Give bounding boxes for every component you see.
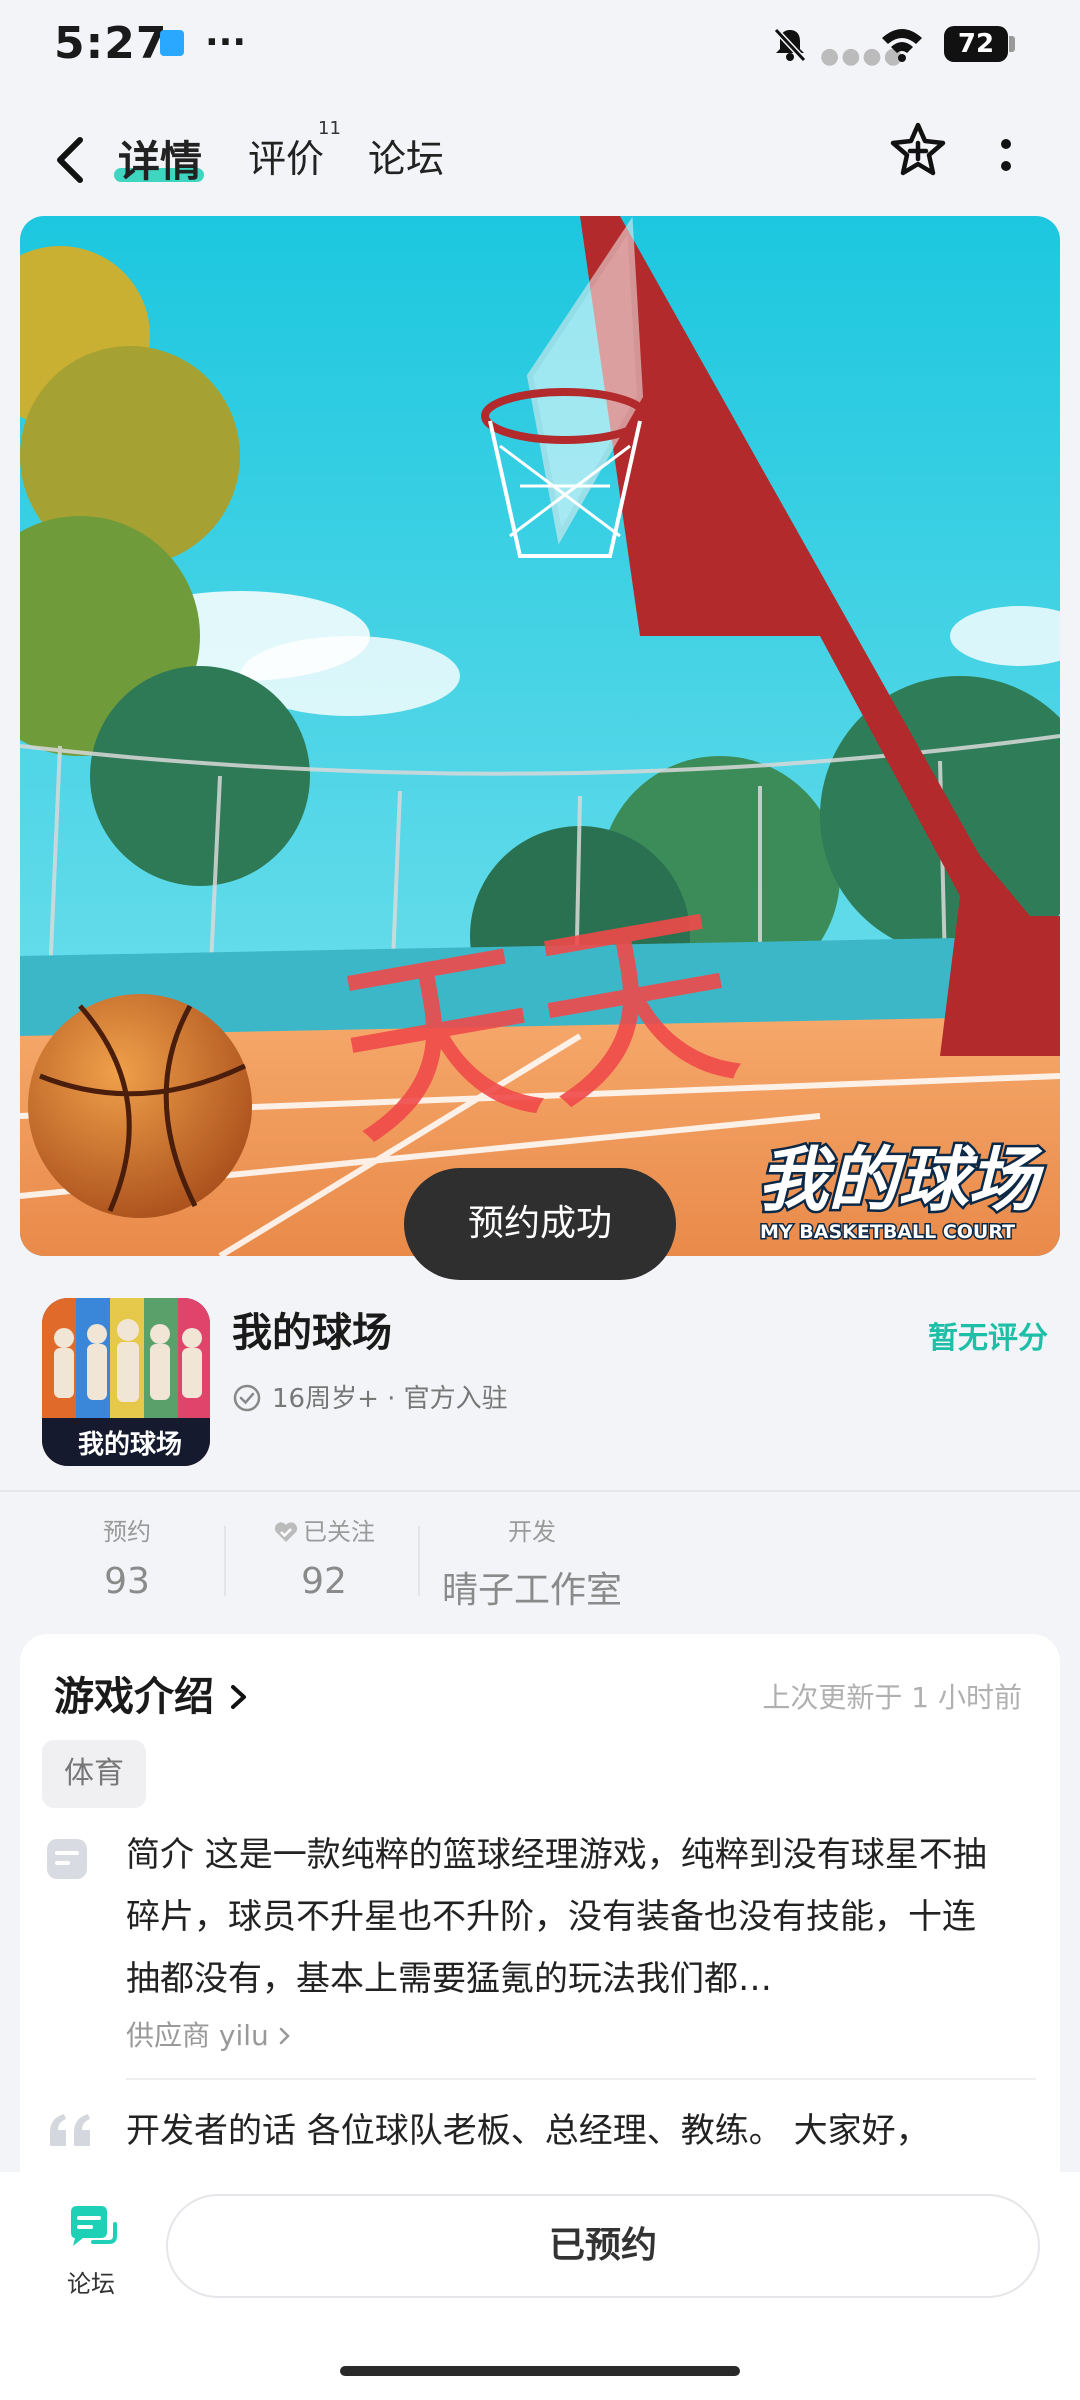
- top-navigation: 详情 评价 11 论坛: [0, 110, 1080, 210]
- quote-icon: [50, 2114, 90, 2146]
- status-bar: 5:27 ··· ●●●● 72: [0, 0, 1080, 90]
- toast-message: 预约成功: [404, 1168, 676, 1280]
- banner-logo-sub: MY BASKETBALL COURT: [760, 1221, 1015, 1243]
- stat-value: 93: [104, 1561, 150, 1602]
- stat-divider: [418, 1526, 420, 1596]
- reserved-button[interactable]: 已预约: [166, 2194, 1040, 2298]
- stat-reservations: 预约 93: [72, 1512, 182, 1602]
- tab-forum[interactable]: 论坛: [368, 128, 444, 183]
- forum-label: 论坛: [67, 2270, 115, 2298]
- mute-bell-icon: [773, 27, 807, 63]
- wifi-icon: [882, 29, 922, 62]
- supplier-text: 供应商 yilu: [126, 2019, 269, 2052]
- section-divider: [0, 1490, 1080, 1492]
- stat-divider: [224, 1526, 226, 1596]
- bottom-action-bar: 论坛 已预约: [0, 2172, 1080, 2400]
- favorite-star-icon[interactable]: [888, 120, 948, 180]
- card-divider: [126, 2078, 1036, 2080]
- tab-details[interactable]: 详情: [118, 128, 202, 189]
- stat-value: 92: [301, 1561, 347, 1602]
- back-arrow-icon[interactable]: [50, 132, 90, 188]
- chevron-right-icon: [279, 2027, 290, 2045]
- forum-chat-icon: [71, 2206, 117, 2246]
- status-time: 5:27: [54, 18, 168, 69]
- document-icon: [47, 1839, 87, 1879]
- game-icon-caption: 我的球场: [78, 1429, 182, 1460]
- stat-developer[interactable]: 开发 晴子工作室: [440, 1512, 624, 1613]
- stat-value: 晴子工作室: [441, 1570, 622, 1611]
- game-meta: 16周岁+ · 官方入驻: [232, 1378, 508, 1415]
- intro-title[interactable]: 游戏介绍: [54, 1664, 250, 1722]
- forum-button[interactable]: 论坛: [46, 2202, 136, 2299]
- more-menu-icon[interactable]: [996, 134, 1016, 180]
- tab-reviews[interactable]: 评价: [248, 128, 324, 183]
- game-banner-image[interactable]: 天天 我的球场 MY BASKETBALL COURT: [20, 216, 1060, 1256]
- heart-icon: [274, 1522, 298, 1542]
- verified-check-icon: [233, 1384, 261, 1412]
- game-title: 我的球场: [232, 1310, 392, 1356]
- last-updated: 上次更新于 1 小时前: [762, 1681, 1022, 1714]
- banner-logo-main: 我的球场: [758, 1139, 1045, 1221]
- chevron-right-icon: [230, 1685, 246, 1709]
- rating-status: 暂无评分: [928, 1321, 1048, 1356]
- reviews-count-badge: 11: [318, 118, 341, 139]
- stat-label: 预约: [103, 1518, 151, 1546]
- supplier-link[interactable]: 供应商 yilu: [126, 2014, 292, 2054]
- developer-words[interactable]: 开发者的话 各位球队老板、总经理、教练。 大家好，: [126, 2100, 1026, 2162]
- game-app-icon[interactable]: 我的球场: [42, 1298, 210, 1466]
- intro-description[interactable]: 简介 这是一款纯粹的篮球经理游戏，纯粹到没有球星不抽碎片，球员不升星也不升阶，没…: [126, 1824, 1006, 2010]
- more-notifications-icon: ···: [205, 22, 247, 63]
- stat-label: 已关注: [303, 1518, 375, 1546]
- app-store-icon: [160, 30, 184, 56]
- stat-following[interactable]: 已关注 92: [254, 1512, 394, 1602]
- home-indicator[interactable]: [340, 2366, 740, 2376]
- battery-icon: 72: [944, 26, 1008, 62]
- stat-label-wrap: 已关注: [254, 1512, 394, 1547]
- intro-title-text: 游戏介绍: [54, 1674, 214, 1720]
- category-tag[interactable]: 体育: [42, 1740, 146, 1808]
- stat-label: 开发: [508, 1518, 556, 1546]
- game-meta-text: 16周岁+ · 官方入驻: [272, 1384, 508, 1414]
- battery-tip: [1009, 36, 1015, 52]
